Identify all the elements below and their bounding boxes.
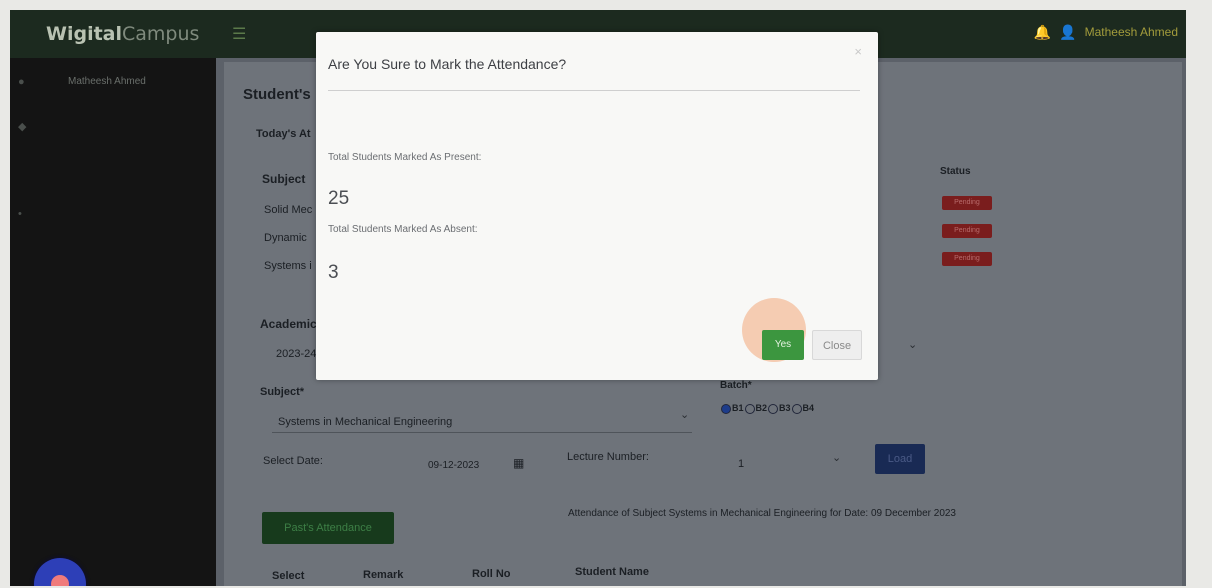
subject-select[interactable]: Systems in Mechanical Engineering [278,416,452,428]
yes-button[interactable]: Yes [762,330,804,360]
table-header-remark: Remark [363,569,404,581]
absent-label: Total Students Marked As Absent: [328,224,478,235]
lecture-number-label: Lecture Number: [567,451,649,463]
hamburger-icon[interactable]: ☰ [232,24,246,44]
batch-radio-b1[interactable] [721,403,731,414]
status-badge: Pending [942,196,992,210]
page-title: Student's [243,86,311,103]
sidebar-user-name: Matheesh Ahmed [68,76,146,87]
brand-name-part2: Campus [122,23,200,45]
batch-radio-b2[interactable] [744,403,755,414]
batch-option-label: B2 [755,403,768,413]
close-button[interactable]: Close [812,330,862,360]
chevron-down-icon[interactable]: ⌄ [908,338,917,351]
batch-radio-b4[interactable] [791,403,802,414]
sidebar: ● Matheesh Ahmed ◆ • [10,58,216,586]
subject-row-2: Dynamic [264,232,307,244]
subject-row-3: Systems i [264,260,312,272]
bell-icon[interactable]: 🔔 [1034,24,1051,41]
subject-row-1: Solid Mec [264,204,313,216]
confirm-attendance-modal: Are You Sure to Mark the Attendance? × T… [316,32,878,380]
batch-radio-b3[interactable] [768,403,779,414]
subject-column-header: Subject [262,172,306,186]
chevron-down-icon[interactable]: ⌄ [680,408,689,421]
academic-year-label: Academic [260,317,317,331]
subject-select-underline [272,432,692,433]
todays-attendance-heading: Today's At [256,128,311,140]
batch-option-label: B3 [779,403,791,413]
present-count: 25 [328,188,350,209]
calendar-icon[interactable]: ▦ [513,456,524,470]
status-column-header: Status [940,166,971,177]
menu-item-icon[interactable]: • [18,208,22,220]
date-input[interactable]: 09-12-2023 [428,460,479,471]
close-icon[interactable]: × [854,44,862,59]
batch-radio-group[interactable]: B1 B2 B3 B4 [720,403,814,414]
floating-action-button[interactable] [34,558,86,586]
record-icon [51,575,69,586]
dashboard-icon[interactable]: ◆ [18,120,26,133]
absent-count: 3 [328,262,339,283]
table-header-roll-no: Roll No [472,568,511,580]
modal-divider [328,90,860,91]
topbar-user-area: 🔔 👤 Matheesh Ahmed [1034,20,1178,44]
screen: WigitalCampus ☰ 🔔 👤 Matheesh Ahmed ● Mat… [10,10,1186,586]
topbar-user-name[interactable]: Matheesh Ahmed [1085,25,1178,39]
table-header-select: Select [272,570,305,582]
subject-select-label: Subject* [260,386,305,398]
status-badge: Pending [942,224,992,238]
lecture-number-select[interactable]: 1 [738,458,744,470]
batch-label: Batch* [720,380,752,391]
brand-logo[interactable]: WigitalCampus [46,23,199,45]
batch-option-label: B4 [802,403,815,413]
user-icon: ● [18,76,25,88]
chevron-down-icon[interactable]: ⌄ [832,451,841,464]
table-header-student-name: Student Name [575,566,649,578]
attendance-caption: Attendance of Subject Systems in Mechani… [568,508,956,519]
status-badge: Pending [942,252,992,266]
user-icon[interactable]: 👤 [1059,24,1076,41]
select-date-label: Select Date: [263,455,323,467]
batch-option-label: B1 [732,403,744,413]
academic-year-select[interactable]: 2023-24 [276,348,316,360]
past-attendance-button[interactable]: Past's Attendance [262,512,394,544]
load-button[interactable]: Load [875,444,925,474]
present-label: Total Students Marked As Present: [328,152,482,163]
brand-name-part1: Wigital [46,23,122,45]
modal-title: Are You Sure to Mark the Attendance? [328,56,567,72]
